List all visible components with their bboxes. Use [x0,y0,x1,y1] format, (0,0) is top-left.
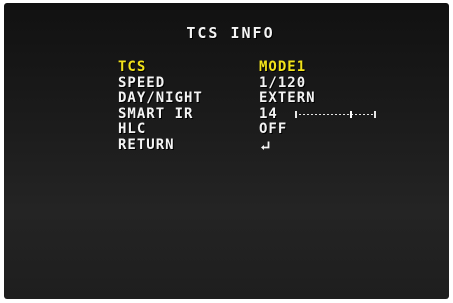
menu-item-smart-ir-label: SMART IR [118,105,194,122]
menu-item-hlc-value: OFF [259,121,288,137]
menu-item-tcs-label: TCS [118,59,147,75]
smart-ir-level-max-tick [374,110,376,118]
enter-return-icon [261,141,270,150]
menu-item-day-night-value: EXTERN [259,90,316,106]
menu-item-smart-ir-value: 14 [259,105,278,122]
menu-item-day-night-label: DAY/NIGHT [118,90,203,106]
menu-item-tcs-value: MODE1 [259,59,307,75]
osd-screen: TCS INFO TCS MODE1 SPEED 1/120 DAY/NIGHT… [4,3,449,299]
menu-item-return-label: RETURN [118,136,175,153]
smart-ir-level-track [295,113,376,115]
smart-ir-level-slider[interactable] [295,110,376,118]
menu-title: TCS INFO [186,24,275,42]
menu-item-speed-value: 1/120 [259,74,307,91]
smart-ir-level-marker[interactable] [350,110,352,118]
smart-ir-level-min-tick [295,110,297,118]
menu-item-speed-label: SPEED [118,74,166,91]
menu-item-hlc-label: HLC [118,121,147,137]
